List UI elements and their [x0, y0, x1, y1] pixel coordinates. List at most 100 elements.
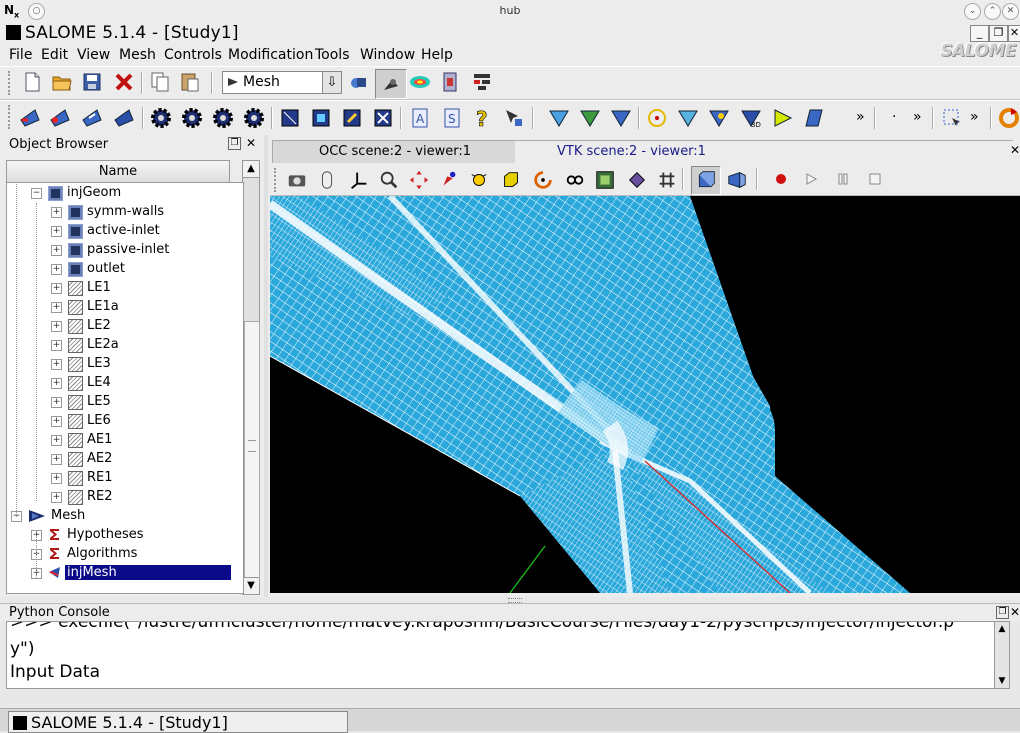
expand-toggle-icon[interactable]: +	[51, 492, 62, 503]
tree-item-le5[interactable]: + LE5	[7, 393, 243, 412]
expand-toggle-icon[interactable]: +	[51, 378, 62, 389]
node-filter-icon[interactable]	[547, 106, 571, 130]
record-icon[interactable]	[776, 174, 786, 184]
stop-icon[interactable]	[868, 172, 882, 186]
close-panel-icon[interactable]: ✕	[246, 136, 256, 150]
parallel-projection-button[interactable]	[691, 166, 721, 195]
zoom-icon[interactable]	[438, 169, 460, 191]
close-document-icon[interactable]	[112, 70, 136, 94]
tree-item-symm-walls[interactable]: + symm-walls	[7, 203, 243, 222]
play-icon[interactable]	[804, 172, 818, 186]
expand-toggle-icon[interactable]: +	[51, 283, 62, 294]
pan-icon[interactable]	[408, 169, 430, 191]
preview-gear-icon[interactable]	[180, 106, 204, 130]
expand-toggle-icon[interactable]: +	[51, 340, 62, 351]
yacs-module-icon[interactable]	[438, 70, 462, 94]
tree-item-ae1[interactable]: + AE1	[7, 431, 243, 450]
rotation-point-icon[interactable]	[532, 169, 554, 191]
expand-toggle-icon[interactable]: +	[51, 302, 62, 313]
view-operations-icon[interactable]	[656, 169, 678, 191]
face-selection-icon[interactable]	[707, 106, 731, 130]
menu-window[interactable]: Window	[360, 47, 415, 63]
tree-item-injmesh[interactable]: + injMesh	[7, 564, 243, 583]
console-scrollbar[interactable]: ▲ ▼	[994, 622, 1009, 688]
tree-item-ae2[interactable]: + AE2	[7, 450, 243, 469]
toolbar-grip[interactable]	[8, 71, 14, 95]
create-group-icon[interactable]	[278, 106, 302, 130]
expand-toggle-icon[interactable]: +	[51, 207, 62, 218]
edit-mesh-icon[interactable]	[80, 106, 104, 130]
tree-item-injgeom[interactable]: − injGeom	[7, 184, 243, 203]
expand-toggle-icon[interactable]: +	[51, 264, 62, 275]
refresh-icon[interactable]	[997, 106, 1020, 130]
restore-button[interactable]: ❐	[989, 25, 1008, 42]
expand-toggle-icon[interactable]: +	[51, 435, 62, 446]
expand-icon[interactable]: ⌃	[984, 3, 1001, 20]
vertical-splitter[interactable]	[264, 135, 268, 597]
delete-group-icon[interactable]	[371, 106, 395, 130]
tree-item-passive-inlet[interactable]: + passive-inlet	[7, 241, 243, 260]
tab-vtk-viewer[interactable]: VTK scene:2 - viewer:1	[515, 140, 1013, 163]
undock-icon[interactable]: ❐	[228, 137, 241, 150]
tree-item-re2[interactable]: + RE2	[7, 488, 243, 507]
tree-item-le2[interactable]: + LE2	[7, 317, 243, 336]
undock-console-icon[interactable]: ❐	[996, 606, 1009, 619]
perspective-projection-icon[interactable]	[726, 169, 748, 191]
element-selection-icon[interactable]	[771, 106, 795, 130]
rect-selection-icon[interactable]	[940, 106, 964, 130]
copy-icon[interactable]	[148, 70, 172, 94]
tree-item-re1[interactable]: + RE1	[7, 469, 243, 488]
clipping-plane-icon[interactable]	[626, 169, 648, 191]
pause-icon[interactable]	[836, 172, 850, 186]
tab-occ-viewer[interactable]: OCC scene:2 - viewer:1	[272, 140, 516, 163]
geometry-module-icon[interactable]	[346, 70, 370, 94]
whatis-icon[interactable]	[502, 106, 526, 130]
expand-toggle-icon[interactable]: +	[51, 454, 62, 465]
expand-toggle-icon[interactable]: +	[51, 359, 62, 370]
edit-group-icon[interactable]	[340, 106, 364, 130]
new-document-icon[interactable]	[20, 70, 44, 94]
help-question-icon[interactable]: ?	[471, 106, 495, 130]
column-header-name[interactable]: Name	[6, 160, 230, 184]
menu-help[interactable]: Help	[421, 47, 453, 63]
fit-all-icon[interactable]	[378, 169, 400, 191]
collapse-icon[interactable]: ⌄	[964, 3, 981, 20]
expand-toggle-icon[interactable]: +	[51, 245, 62, 256]
tree-item-algorithms[interactable]: + Algorithms	[7, 545, 243, 564]
component-module-icon[interactable]	[470, 70, 494, 94]
edge-selection-icon[interactable]	[676, 106, 700, 130]
expand-toggle-icon[interactable]: +	[51, 416, 62, 427]
save-icon[interactable]	[80, 70, 104, 94]
paste-icon[interactable]	[178, 70, 202, 94]
toolbar-more-glyph[interactable]: »	[856, 109, 865, 125]
toolbar-more-glyph[interactable]: »	[970, 109, 979, 125]
python-console-output[interactable]: >>> execfile("/lustre/ufmcluster/home/ma…	[6, 621, 1010, 689]
trihedron-icon[interactable]	[348, 169, 370, 191]
close-console-icon[interactable]: ✕	[1010, 605, 1020, 619]
console-scroll-up-icon[interactable]: ▲	[995, 622, 1009, 636]
scaling-icon[interactable]	[564, 169, 586, 191]
compute-gear-icon[interactable]	[149, 106, 173, 130]
menu-tools[interactable]: Tools	[315, 47, 350, 63]
menu-file[interactable]: File	[9, 47, 32, 63]
expand-toggle-icon[interactable]: +	[51, 226, 62, 237]
mesh-module-button[interactable]	[375, 69, 407, 99]
rotate-icon[interactable]	[468, 169, 490, 191]
close-tab-icon[interactable]: ✕	[1010, 143, 1020, 157]
reset-view-icon[interactable]	[500, 169, 522, 191]
evaluate-gear-icon[interactable]	[211, 106, 235, 130]
construct-group-icon[interactable]	[309, 106, 333, 130]
scroll-down-icon[interactable]: ▼	[243, 577, 259, 594]
tree-item-mesh[interactable]: − Mesh	[7, 507, 243, 526]
module-select[interactable]: Mesh ⇩	[222, 71, 342, 94]
tree-item-le1[interactable]: + LE1	[7, 279, 243, 298]
create-submesh-icon[interactable]	[48, 106, 72, 130]
create-mesh-icon[interactable]	[18, 106, 42, 130]
tree-item-le4[interactable]: + LE4	[7, 374, 243, 393]
dump-view-icon[interactable]	[286, 169, 308, 191]
tree-scrollbar[interactable]: ▲ ▼	[242, 160, 260, 595]
toolbar-more-glyph[interactable]: »	[913, 109, 922, 125]
scroll-thumb[interactable]	[244, 321, 260, 579]
toolbar-grip[interactable]	[8, 105, 14, 129]
menu-view[interactable]: View	[77, 47, 110, 63]
